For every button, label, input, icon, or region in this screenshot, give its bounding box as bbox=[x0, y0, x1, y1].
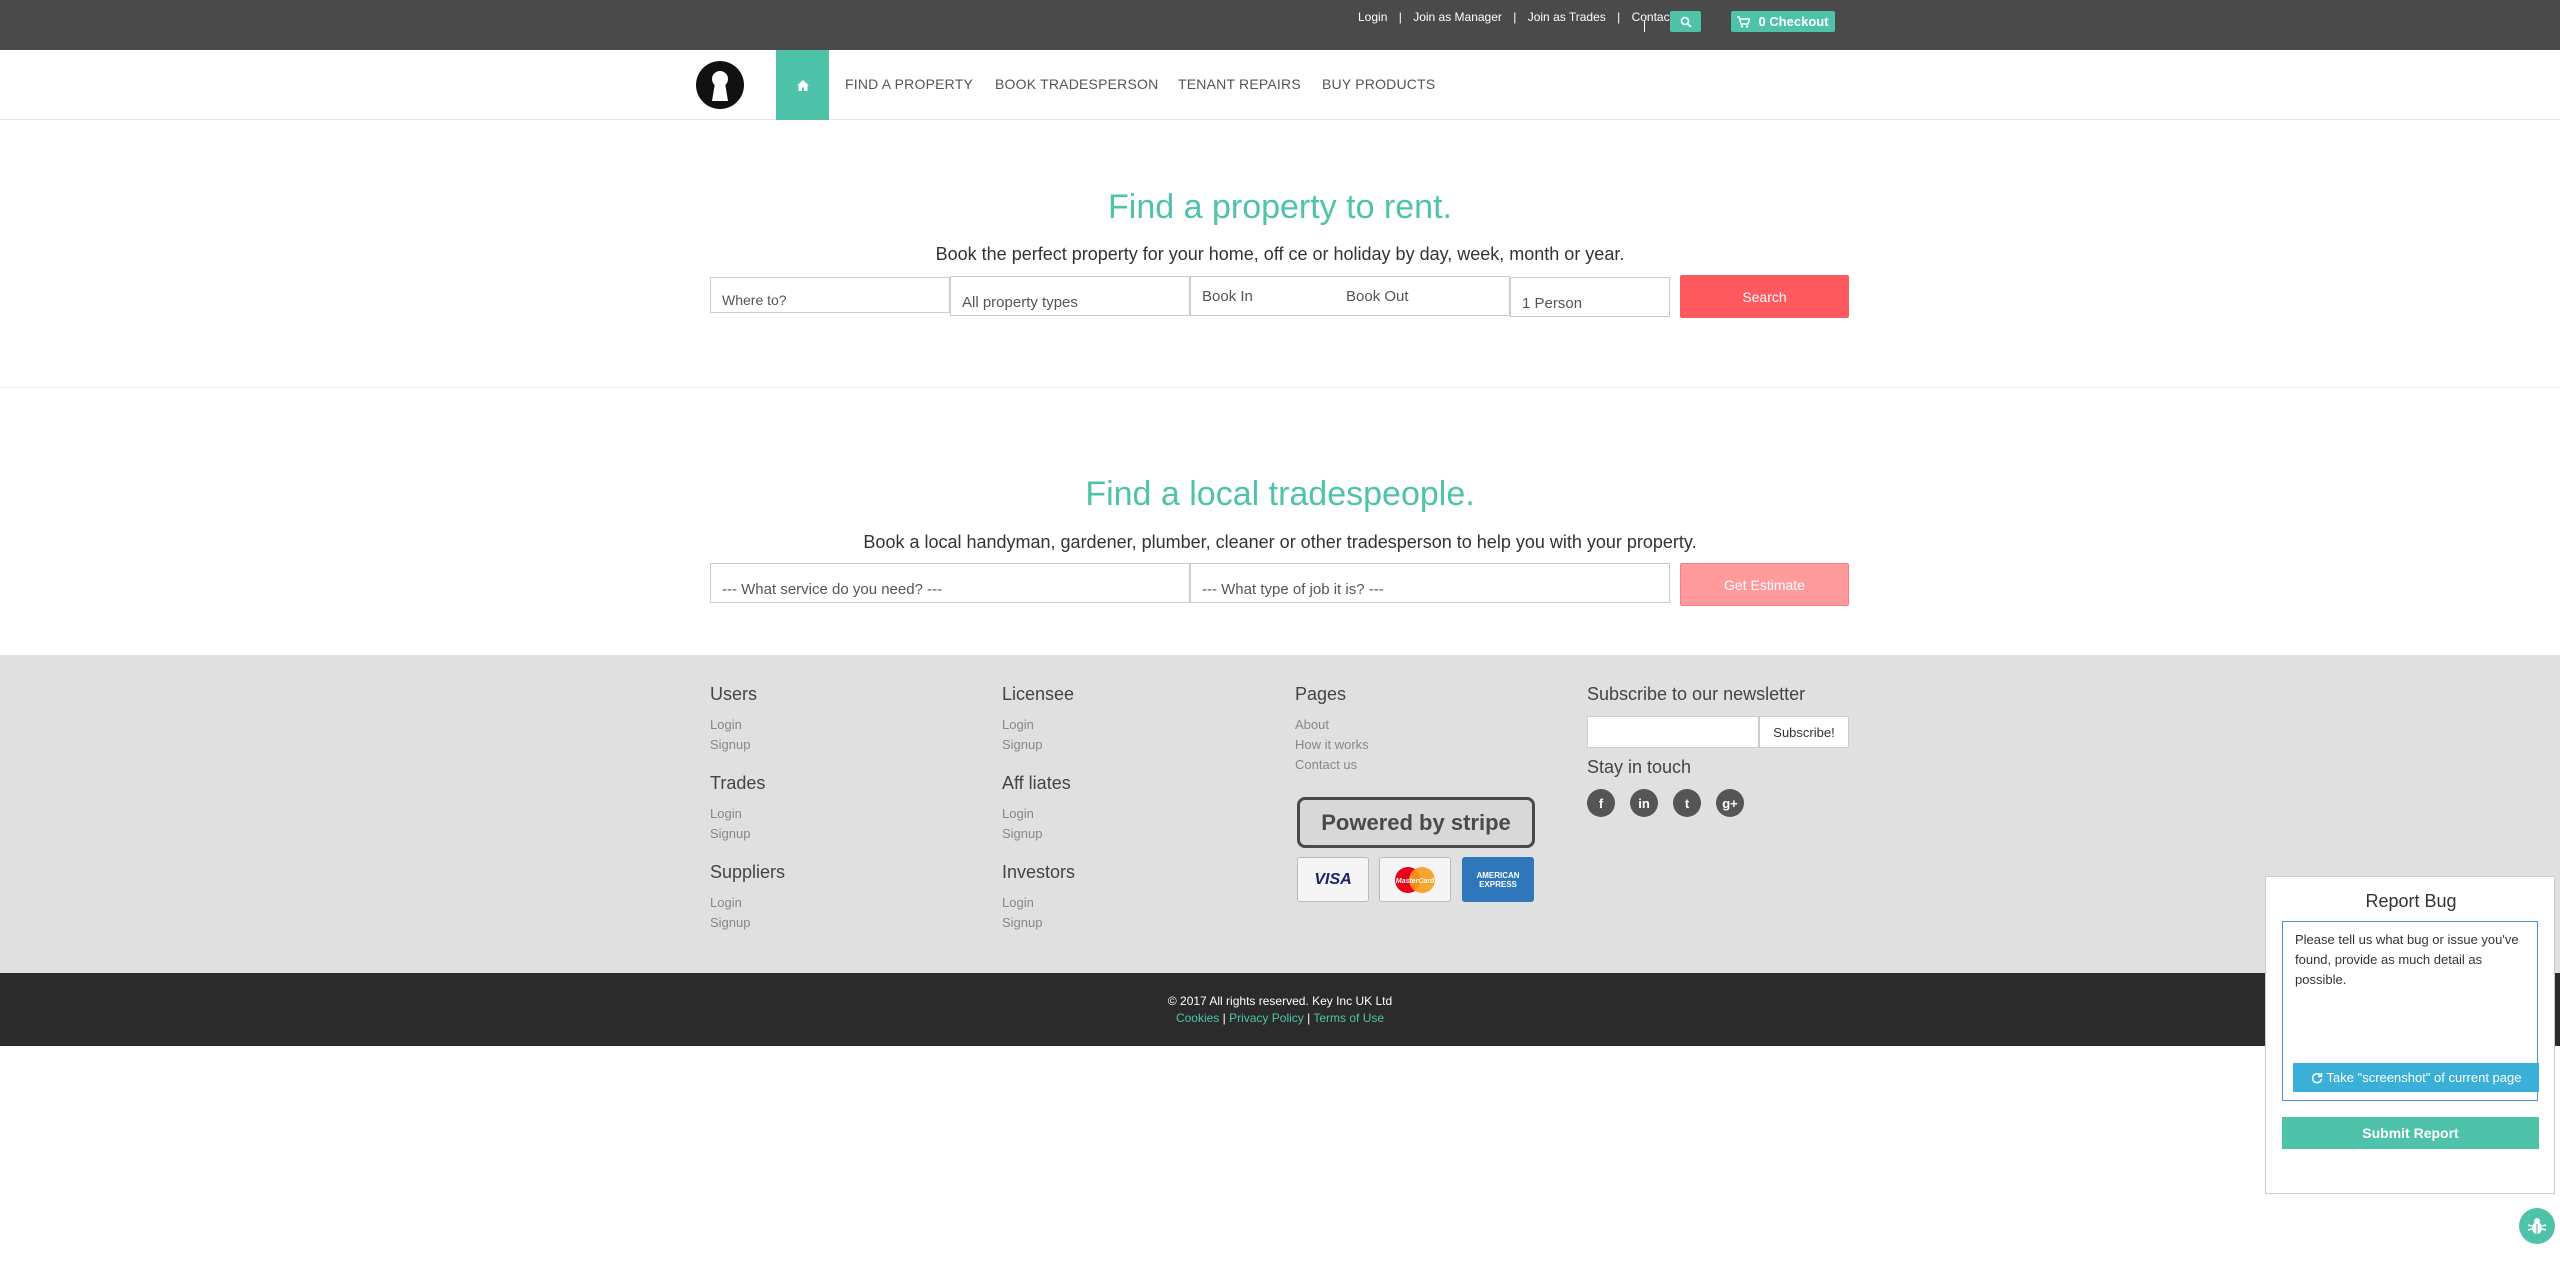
linkedin-icon[interactable]: in bbox=[1630, 789, 1658, 817]
top-login-link[interactable]: Login bbox=[1358, 10, 1387, 24]
about-link[interactable]: About bbox=[1295, 717, 1329, 732]
licensee-login-link[interactable]: Login bbox=[1002, 717, 1034, 732]
home-icon bbox=[796, 79, 809, 91]
guests-select[interactable]: 1 Person bbox=[1510, 277, 1670, 317]
submit-report-button[interactable]: Submit Report bbox=[2282, 1117, 2539, 1149]
twitter-icon[interactable]: t bbox=[1673, 789, 1701, 817]
trades-subtitle-row: Book a local handyman, gardener, plumber… bbox=[0, 532, 2560, 553]
trades-subtitle: Book a local handyman, gardener, plumber… bbox=[863, 532, 1697, 552]
suppliers-signup-link[interactable]: Signup bbox=[710, 915, 750, 930]
property-subtitle: Book the perfect property for your home,… bbox=[935, 244, 1625, 264]
job-type-select[interactable]: --- What type of job it is? --- bbox=[1190, 563, 1670, 603]
search-icon bbox=[1680, 16, 1692, 28]
powered-by-stripe-badge: Powered by stripe bbox=[1297, 797, 1535, 848]
footer-pages-title: Pages bbox=[1295, 684, 1347, 704]
footer-users-title: Users bbox=[710, 684, 758, 704]
checkout-button[interactable]: 0 Checkout bbox=[1731, 11, 1835, 32]
home-tab[interactable] bbox=[776, 50, 829, 120]
facebook-icon[interactable]: f bbox=[1587, 789, 1615, 817]
take-screenshot-button[interactable]: Take "screenshot" of current page bbox=[2293, 1063, 2539, 1092]
licensee-signup-link[interactable]: Signup bbox=[1002, 737, 1042, 752]
property-subtitle-row: Book the perfect property for your home,… bbox=[0, 244, 2560, 265]
join-manager-link[interactable]: Join as Manager bbox=[1413, 10, 1502, 24]
investors-signup-link[interactable]: Signup bbox=[1002, 915, 1042, 930]
bug-report-toggle[interactable] bbox=[2519, 1208, 2555, 1244]
trades-title: Find a local tradespeople. bbox=[1085, 475, 1475, 513]
legal-links: Cookies | Privacy Policy | Terms of Use bbox=[1175, 1011, 1385, 1025]
top-bar: Login | Join as Manager | Join as Trades… bbox=[0, 0, 2560, 50]
mastercard-logo: MasterCard bbox=[1379, 857, 1451, 902]
service-select[interactable]: --- What service do you need? --- bbox=[710, 563, 1190, 603]
users-signup-link[interactable]: Signup bbox=[710, 737, 750, 752]
where-input[interactable]: Where to? bbox=[710, 277, 950, 313]
newsletter-email-input[interactable] bbox=[1587, 716, 1759, 748]
report-bug-title: Report Bug bbox=[2365, 891, 2457, 911]
suppliers-login-link[interactable]: Login bbox=[710, 895, 742, 910]
get-estimate-button[interactable]: Get Estimate bbox=[1680, 563, 1849, 606]
stay-in-touch-title: Stay in touch bbox=[1587, 757, 1692, 777]
visa-card-logo: VISA bbox=[1297, 857, 1369, 902]
section-divider bbox=[0, 387, 2560, 388]
cart-icon bbox=[1737, 15, 1751, 28]
keyhole-logo[interactable] bbox=[696, 61, 744, 109]
footer-investors-title: Investors bbox=[1002, 862, 1076, 882]
google-plus-icon[interactable]: g+ bbox=[1716, 789, 1744, 817]
users-login-link[interactable]: Login bbox=[710, 717, 742, 732]
newsletter-title: Subscribe to our newsletter bbox=[1587, 684, 1806, 704]
subscribe-button[interactable]: Subscribe! bbox=[1759, 716, 1849, 748]
booking-dates: Book In Book Out bbox=[1190, 276, 1510, 316]
property-section: Find a property to rent. bbox=[0, 188, 2560, 227]
trades-title-row: Find a local tradespeople. bbox=[0, 475, 2560, 514]
property-title: Find a property to rent. bbox=[1108, 188, 1452, 226]
affiliates-login-link[interactable]: Login bbox=[1002, 806, 1034, 821]
property-type-select[interactable]: All property types bbox=[950, 276, 1190, 316]
footer bbox=[0, 655, 2560, 973]
nav-book-tradesperson[interactable]: BOOK TRADESPERSON bbox=[995, 76, 1158, 92]
main-navbar: FIND A PROPERTY BOOK TRADESPERSON TENANT… bbox=[0, 50, 2560, 120]
book-out-field[interactable]: Book Out bbox=[1346, 288, 1409, 305]
how-it-works-link[interactable]: How it works bbox=[1295, 737, 1369, 752]
book-in-field[interactable]: Book In bbox=[1202, 288, 1346, 305]
contact-us-link[interactable]: Contact us bbox=[1295, 757, 1357, 772]
copyright-text: © 2017 All rights reserved. Key Inc UK L… bbox=[1167, 994, 1393, 1008]
footer-suppliers-title: Suppliers bbox=[710, 862, 786, 882]
privacy-policy-link[interactable]: Privacy Policy bbox=[1229, 1011, 1304, 1025]
trades-login-link[interactable]: Login bbox=[710, 806, 742, 821]
join-trades-link[interactable]: Join as Trades bbox=[1528, 10, 1606, 24]
contact-link[interactable]: Contact bbox=[1632, 10, 1673, 24]
amex-card-logo: AMERICAN EXPRESS bbox=[1462, 857, 1534, 902]
bottom-bar bbox=[0, 973, 2560, 1046]
mastercard-text: MasterCard bbox=[1396, 878, 1435, 885]
investors-login-link[interactable]: Login bbox=[1002, 895, 1034, 910]
nav-find-property[interactable]: FIND A PROPERTY bbox=[845, 76, 973, 92]
top-links: Login | Join as Manager | Join as Trades… bbox=[1358, 10, 1673, 24]
mastercard-icon: MasterCard bbox=[1395, 866, 1435, 893]
refresh-icon bbox=[2311, 1072, 2322, 1083]
cookies-link[interactable]: Cookies bbox=[1176, 1011, 1219, 1025]
trades-signup-link[interactable]: Signup bbox=[710, 826, 750, 841]
footer-affiliates-title: Aff liates bbox=[1002, 773, 1071, 793]
nav-tenant-repairs[interactable]: TENANT REPAIRS bbox=[1178, 76, 1301, 92]
terms-of-use-link[interactable]: Terms of Use bbox=[1313, 1011, 1384, 1025]
top-search-button[interactable] bbox=[1670, 11, 1701, 32]
affiliates-signup-link[interactable]: Signup bbox=[1002, 826, 1042, 841]
checkout-label: 0 Checkout bbox=[1758, 14, 1829, 29]
property-search-button[interactable]: Search bbox=[1680, 275, 1849, 318]
nav-buy-products[interactable]: BUY PRODUCTS bbox=[1322, 76, 1435, 92]
bug-icon bbox=[2527, 1218, 2547, 1234]
top-divider bbox=[1644, 20, 1645, 32]
take-screenshot-label: Take "screenshot" of current page bbox=[2326, 1070, 2522, 1085]
footer-trades-title: Trades bbox=[710, 773, 766, 793]
report-bug-panel: Report Bug Please tell us what bug or is… bbox=[2265, 876, 2555, 1194]
footer-licensee-title: Licensee bbox=[1002, 684, 1075, 704]
